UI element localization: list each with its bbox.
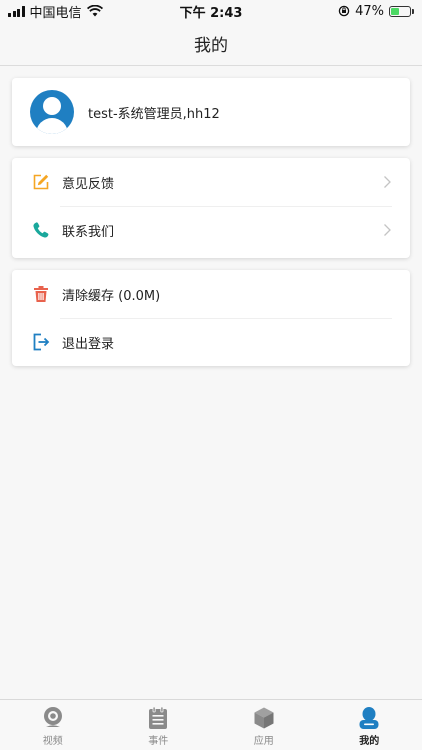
chevron-right-icon — [384, 176, 391, 188]
logout-icon — [32, 333, 50, 351]
menu-item-contact[interactable]: 联系我们 — [12, 206, 410, 254]
battery-icon — [389, 5, 414, 17]
wifi-icon — [86, 5, 103, 17]
clipboard-icon — [149, 706, 168, 729]
screen: 中国电信 下午 2:43 47% 我的 test-系统管理员,hh12 意见反馈… — [0, 0, 422, 750]
menu-item-label: 退出登录 — [62, 336, 115, 352]
menu-group-1: 意见反馈 联系我们 — [12, 158, 410, 258]
page-title: 我的 — [194, 36, 228, 56]
tab-video[interactable]: 视频 — [0, 700, 106, 750]
carrier-label: 中国电信 — [29, 5, 82, 21]
tab-bar: 视频 事件 应用 我的 — [0, 699, 422, 750]
tab-label: 我的 — [359, 736, 380, 747]
orientation-lock-icon — [338, 5, 350, 17]
trash-icon — [32, 285, 50, 303]
tab-events[interactable]: 事件 — [106, 700, 212, 750]
user-icon — [359, 707, 379, 729]
menu-group-2: 清除缓存 (0.0M) 退出登录 — [12, 270, 410, 366]
camera-icon — [43, 707, 62, 727]
tab-label: 视频 — [42, 736, 63, 747]
menu-item-label: 清除缓存 (0.0M) — [62, 288, 161, 304]
tab-label: 事件 — [148, 736, 169, 747]
phone-icon — [32, 221, 50, 239]
tab-apps[interactable]: 应用 — [211, 700, 317, 750]
tab-mine[interactable]: 我的 — [317, 700, 422, 750]
user-avatar-icon[interactable] — [30, 90, 74, 134]
menu-item-clear-cache[interactable]: 清除缓存 (0.0M) — [12, 270, 410, 318]
menu-item-logout[interactable]: 退出登录 — [12, 318, 410, 366]
tab-label: 应用 — [253, 736, 274, 747]
nav-bar: 我的 — [0, 22, 422, 66]
signal-icon — [8, 5, 25, 17]
status-left: 中国电信 — [8, 2, 103, 21]
menu-item-label: 意见反馈 — [62, 176, 115, 192]
menu-item-label: 联系我们 — [62, 224, 115, 240]
chevron-right-icon — [384, 224, 391, 236]
status-bar: 中国电信 下午 2:43 47% — [0, 0, 422, 22]
status-right: 47% — [338, 4, 414, 19]
edit-icon — [32, 173, 50, 191]
profile-card[interactable]: test-系统管理员,hh12 — [12, 78, 410, 146]
battery-percent: 47% — [355, 3, 384, 19]
cube-icon — [254, 707, 274, 729]
profile-name: test-系统管理员,hh12 — [88, 106, 220, 122]
menu-item-feedback[interactable]: 意见反馈 — [12, 158, 410, 206]
